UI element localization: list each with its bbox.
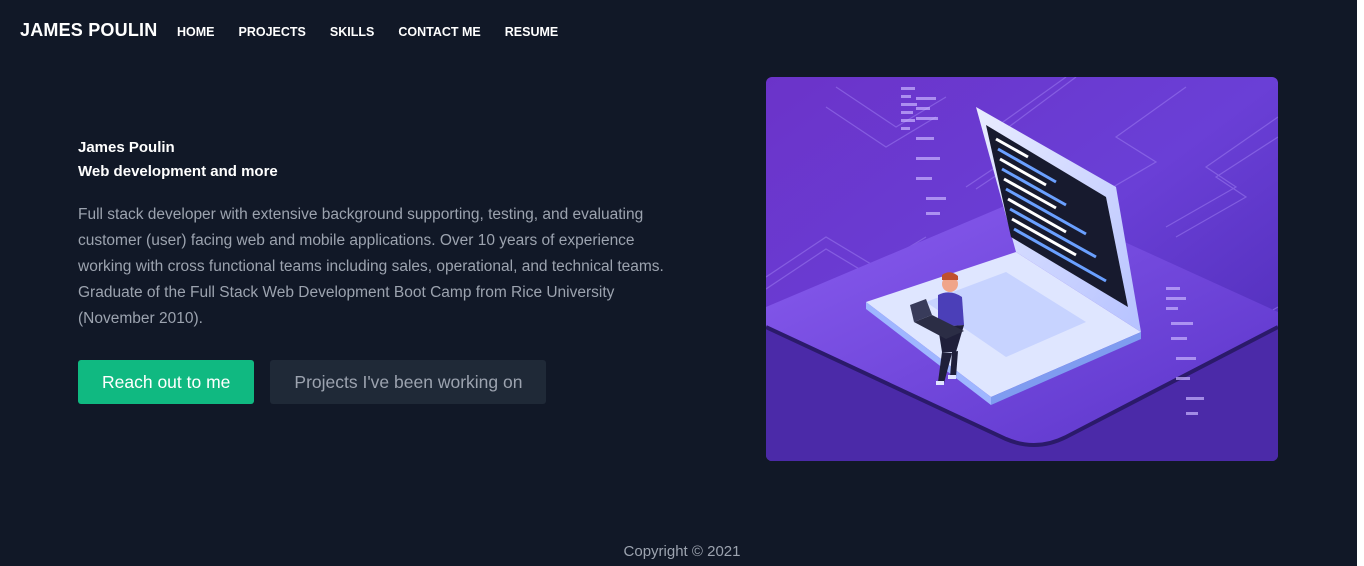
- hero-description: Full stack developer with extensive back…: [78, 206, 664, 327]
- nav-link-projects[interactable]: PROJECTS: [239, 25, 306, 39]
- site-brand[interactable]: JAMES POULIN: [20, 20, 157, 41]
- top-navbar: JAMES POULIN HOME PROJECTS SKILLS CONTAC…: [0, 0, 1364, 64]
- reach-out-button[interactable]: Reach out to me: [78, 360, 255, 404]
- nav-link-home[interactable]: HOME: [177, 25, 215, 39]
- nav-links: HOME PROJECTS SKILLS CONTACT ME RESUME: [177, 25, 582, 39]
- window-edge: [1357, 0, 1364, 566]
- hero-name: James Poulin: [78, 139, 175, 156]
- hero-subtitle: Web development and more: [78, 163, 278, 180]
- footer-copyright: Copyright © 2021: [623, 543, 741, 560]
- nav-link-skills[interactable]: SKILLS: [330, 25, 374, 39]
- nav-link-contact[interactable]: CONTACT ME: [398, 25, 480, 39]
- hero-text: James Poulin Web development and more Fu…: [78, 136, 678, 332]
- hero-buttons: Reach out to me Projects I've been worki…: [78, 360, 547, 404]
- nav-link-resume[interactable]: RESUME: [505, 25, 558, 39]
- projects-button[interactable]: Projects I've been working on: [270, 360, 547, 404]
- hero-illustration: [766, 77, 1278, 461]
